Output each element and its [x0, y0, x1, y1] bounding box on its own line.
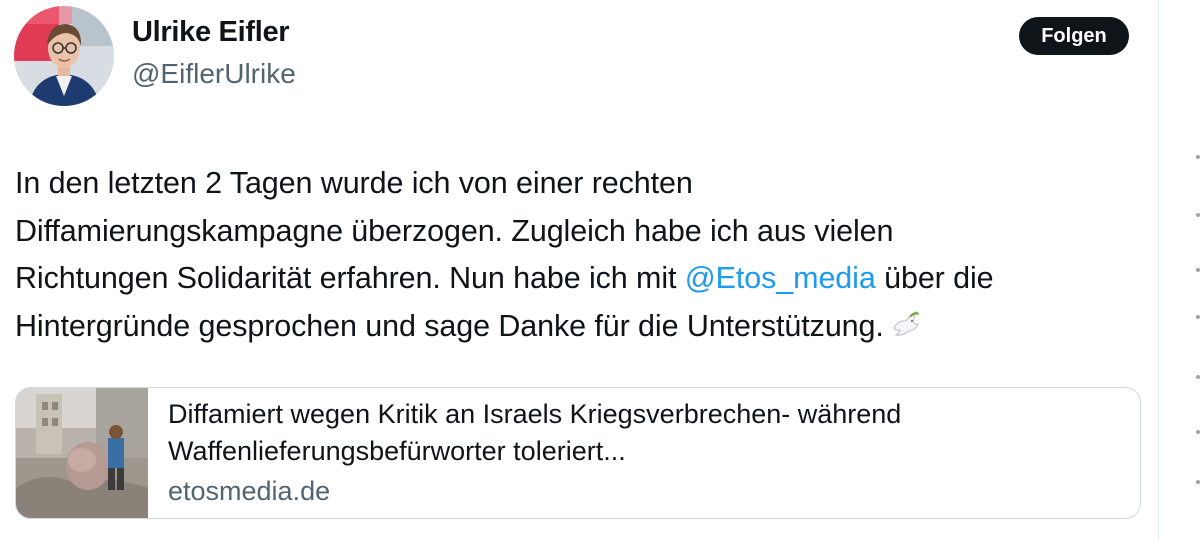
author-name[interactable]: Ulrike Eifler: [132, 16, 290, 49]
dove-of-peace-icon: [888, 308, 922, 342]
author-avatar[interactable]: [14, 6, 114, 106]
sidebar-dot: [1196, 375, 1200, 379]
tweet-line-1: In den letzten 2 Tagen wurde ich von ein…: [15, 166, 693, 200]
sidebar-dot: [1196, 315, 1200, 319]
card-domain: etosmedia.de: [168, 476, 331, 506]
mention-link[interactable]: @Etos_media: [685, 261, 876, 295]
tweet-line-4: Hintergründe gesprochen und sage Danke f…: [15, 303, 1150, 351]
card-title: Diffamiert wegen Kritik an Israels Krieg…: [168, 396, 901, 470]
card-thumbnail-image: [16, 388, 148, 518]
tweet-line-3: Richtungen Solidarität erfahren. Nun hab…: [15, 255, 1150, 303]
sidebar-dot: [1196, 430, 1200, 434]
tweet-line-3-start: Richtungen Solidarität erfahren. Nun hab…: [15, 261, 685, 295]
tweet-line-4-text: Hintergründe gesprochen und sage Danke f…: [15, 308, 884, 343]
author-handle[interactable]: @EiflerUlrike: [132, 58, 296, 90]
card-title-line-1: Diffamiert wegen Kritik an Israels Krieg…: [168, 399, 902, 429]
avatar-image: [14, 6, 114, 106]
sidebar-dot: [1196, 213, 1200, 217]
follow-button[interactable]: Folgen: [1019, 17, 1129, 55]
tweet-line-3-end: über die: [875, 261, 994, 295]
tweet-line-2: Diffamierungskampagne überzogen. Zugleic…: [15, 213, 894, 248]
sidebar-dot: [1196, 268, 1200, 272]
sidebar-dot: [1196, 480, 1200, 484]
sidebar-dot: [1196, 155, 1200, 159]
tweet-text: In den letzten 2 Tagen wurde ich von ein…: [15, 160, 1150, 350]
column-divider: [1158, 0, 1159, 541]
link-preview-card[interactable]: Diffamiert wegen Kritik an Israels Krieg…: [15, 387, 1141, 519]
card-title-line-2: Waffenlieferungsbefürworter toleriert...: [168, 436, 626, 466]
